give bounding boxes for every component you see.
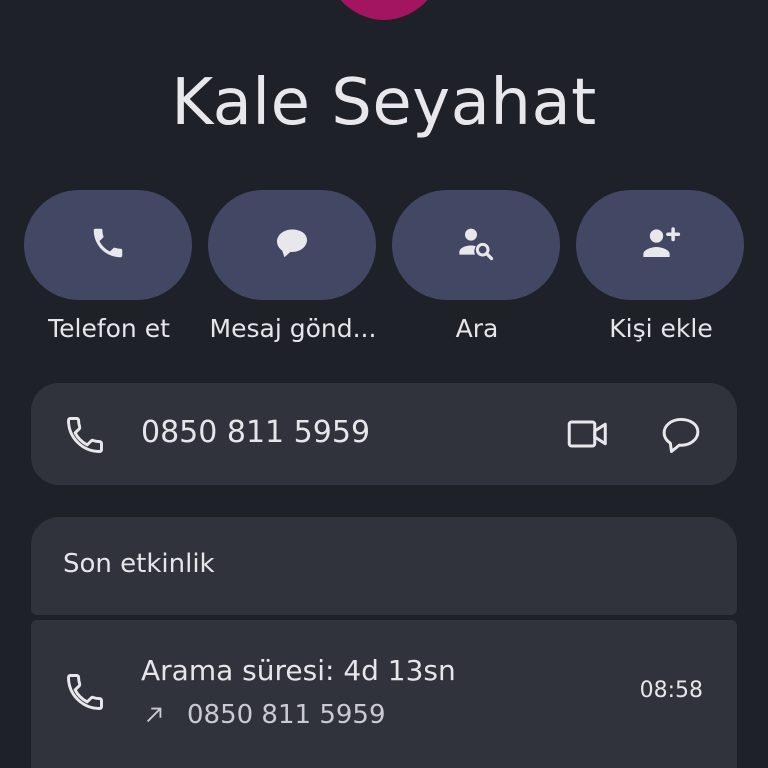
phone-number: 0850 811 5959 xyxy=(141,415,371,450)
add-contact-label: Kişi ekle xyxy=(609,314,713,343)
phone-icon xyxy=(89,224,127,266)
recent-activity-title: Son etkinlik xyxy=(63,549,215,579)
message-button[interactable] xyxy=(208,190,376,300)
phone-icon xyxy=(63,413,107,461)
message-label: Mesaj gönd... xyxy=(209,314,377,343)
outgoing-arrow-icon xyxy=(141,702,167,728)
call-number-row: 0850 811 5959 xyxy=(141,700,386,730)
phone-icon xyxy=(63,670,107,718)
call-time: 08:58 xyxy=(639,678,703,703)
contact-avatar xyxy=(320,0,448,20)
recent-activity-header: Son etkinlik xyxy=(31,517,737,615)
phone-number-card[interactable]: 0850 811 5959 xyxy=(31,383,737,485)
message-icon[interactable] xyxy=(659,413,703,461)
contact-detail-screen: Kale Seyahat Telefon et Mesaj gönd... Ar… xyxy=(0,0,768,768)
search-button[interactable] xyxy=(392,190,560,300)
message-icon xyxy=(274,225,310,265)
call-label: Telefon et xyxy=(48,314,170,343)
quick-actions: Telefon et Mesaj gönd... Ara Kişi ekle xyxy=(0,190,768,360)
call-button[interactable] xyxy=(24,190,192,300)
add-person-icon xyxy=(639,222,681,268)
search-person-icon xyxy=(456,223,496,267)
activity-list-item[interactable]: Arama süresi: 4d 13sn 0850 811 5959 08:5… xyxy=(31,620,737,768)
add-contact-button[interactable] xyxy=(576,190,744,300)
call-number: 0850 811 5959 xyxy=(187,700,386,730)
contact-name: Kale Seyahat xyxy=(171,66,597,140)
video-call-icon[interactable] xyxy=(567,417,609,455)
call-duration: Arama süresi: 4d 13sn xyxy=(141,654,456,687)
search-label: Ara xyxy=(455,314,499,343)
